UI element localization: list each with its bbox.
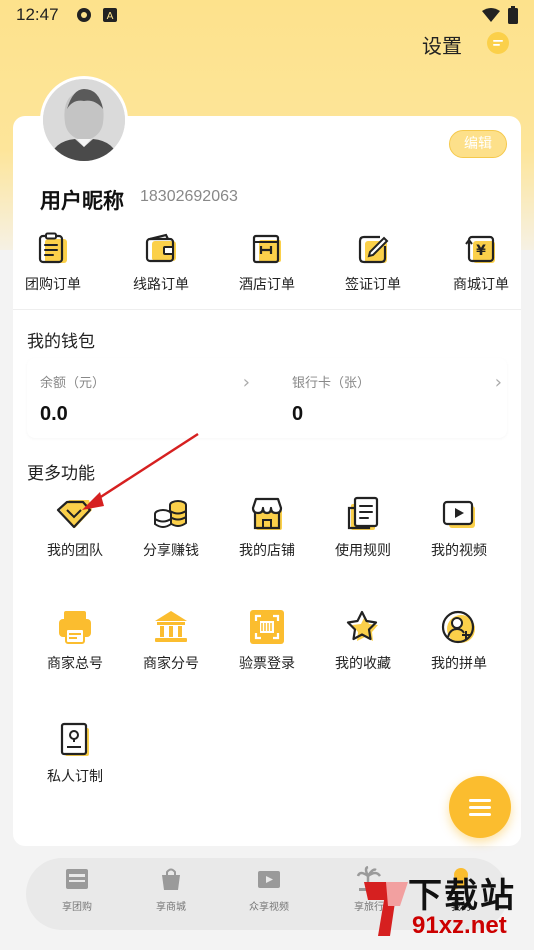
feature-label: 使用规则: [335, 543, 391, 559]
balance-label: 余额（元）: [40, 376, 106, 391]
more-title: 更多功能: [27, 464, 95, 484]
order-group-buy[interactable]: 团购订单: [8, 232, 98, 294]
feature-my-store[interactable]: 我的店铺: [219, 496, 315, 560]
svg-text:¥: ¥: [476, 243, 486, 259]
order-label: 线路订单: [133, 277, 189, 293]
order-label: 商城订单: [453, 277, 509, 293]
svg-text:A: A: [106, 11, 113, 22]
edit-profile-button[interactable]: 编辑: [449, 130, 507, 158]
shopping-bag-icon: [162, 868, 180, 890]
divider: [13, 309, 521, 310]
menu-fab-button[interactable]: [449, 776, 511, 838]
wallet-balance[interactable]: 余额（元） 0.0 ›: [40, 372, 260, 426]
clipboard-icon: [38, 232, 67, 264]
yen-refresh-icon: ¥: [465, 235, 495, 263]
feature-my-team[interactable]: 我的团队: [27, 496, 123, 560]
feature-ticket-login[interactable]: 验票登录: [219, 609, 315, 673]
watermark: 下载站 91xz.net: [360, 868, 530, 946]
order-shortcuts: 团购订单 线路订单 酒店订单 签证订单 ¥ 商城订单: [0, 232, 534, 302]
feature-label: 验票登录: [239, 656, 295, 672]
nav-video[interactable]: 众享视频: [224, 866, 314, 913]
order-label: 签证订单: [345, 277, 401, 293]
feature-label: 我的拼单: [431, 656, 487, 672]
settings-link[interactable]: 设置: [422, 30, 462, 59]
bank-value: 0: [292, 403, 304, 425]
watermark-logo-icon: [364, 882, 408, 936]
store-icon: [251, 497, 283, 530]
default-avatar-icon: [43, 79, 125, 161]
nav-label: 享商城: [156, 902, 186, 913]
battery-icon: [508, 6, 518, 24]
chat-bubble-icon[interactable]: [486, 31, 510, 55]
feature-my-video[interactable]: 我的视频: [411, 496, 507, 560]
watermark-url: 91xz.net: [412, 912, 507, 939]
user-add-icon: [441, 610, 475, 644]
film-icon: [258, 871, 280, 888]
order-mall[interactable]: ¥ 商城订单: [436, 232, 526, 294]
bank-icon: [155, 611, 187, 642]
status-bar: 12:47 A: [0, 0, 534, 30]
bank-label: 银行卡（张）: [292, 376, 371, 391]
order-label: 团购订单: [25, 277, 81, 293]
menu-line: [469, 799, 491, 802]
wallet-bank[interactable]: 银行卡（张） 0 ›: [292, 372, 512, 426]
wallet-box: 余额（元） 0.0 › 银行卡（张） 0 ›: [27, 358, 507, 438]
feature-label: 私人订制: [47, 769, 103, 785]
printer-icon: [59, 611, 91, 644]
hotel-icon: [252, 234, 281, 264]
a-badge-icon: A: [102, 8, 117, 22]
feature-label: 商家分号: [143, 656, 199, 672]
menu-line: [469, 806, 491, 809]
feature-label: 商家总号: [47, 656, 103, 672]
order-label: 酒店订单: [239, 277, 295, 293]
phone-number: 18302692063: [140, 188, 238, 205]
coins-icon: [154, 500, 187, 528]
wallet-icon: [145, 233, 176, 263]
feature-custom-trip[interactable]: 私人订制: [27, 722, 123, 786]
watermark-title: 下载站: [408, 876, 516, 916]
diamond-icon: [56, 500, 92, 529]
feature-label: 我的视频: [431, 543, 487, 559]
feature-merchant-branch[interactable]: 商家分号: [123, 609, 219, 673]
menu-line: [469, 813, 491, 816]
feature-label: 分享赚钱: [143, 543, 199, 559]
feature-rules[interactable]: 使用规则: [315, 496, 411, 560]
chevron-right-icon: ›: [242, 372, 250, 393]
nav-mall[interactable]: 享商城: [126, 866, 216, 913]
nickname: 用户昵称: [40, 189, 124, 213]
order-route[interactable]: 线路订单: [116, 232, 206, 294]
balance-value: 0.0: [40, 403, 68, 425]
feature-group-order[interactable]: 我的拼单: [411, 609, 507, 673]
sync-icon: [76, 8, 91, 22]
order-visa[interactable]: 签证订单: [328, 232, 418, 294]
edit-icon: [358, 235, 389, 264]
status-time: 12:47: [16, 5, 59, 24]
feature-merchant-main[interactable]: 商家总号: [27, 609, 123, 673]
feature-label: 我的收藏: [335, 656, 391, 672]
nav-group-buy[interactable]: 享团购: [32, 866, 122, 913]
qr-scan-icon: [250, 610, 284, 644]
avatar[interactable]: [40, 76, 128, 164]
wallet-title: 我的钱包: [27, 332, 95, 352]
nav-label: 享团购: [62, 902, 92, 913]
feature-label: 我的店铺: [239, 543, 295, 559]
chevron-right-icon: ›: [494, 372, 502, 393]
wifi-icon: [482, 8, 500, 22]
order-hotel[interactable]: 酒店订单: [222, 232, 312, 294]
feature-label: 我的团队: [47, 543, 103, 559]
custom-book-icon: [60, 722, 89, 756]
video-icon: [442, 500, 475, 528]
feature-favorites[interactable]: 我的收藏: [315, 609, 411, 673]
star-icon: [346, 610, 378, 641]
document-icon: [347, 496, 379, 530]
group-buy-icon: [66, 869, 88, 889]
feature-share-earn[interactable]: 分享赚钱: [123, 496, 219, 560]
nav-label: 众享视频: [249, 902, 289, 913]
